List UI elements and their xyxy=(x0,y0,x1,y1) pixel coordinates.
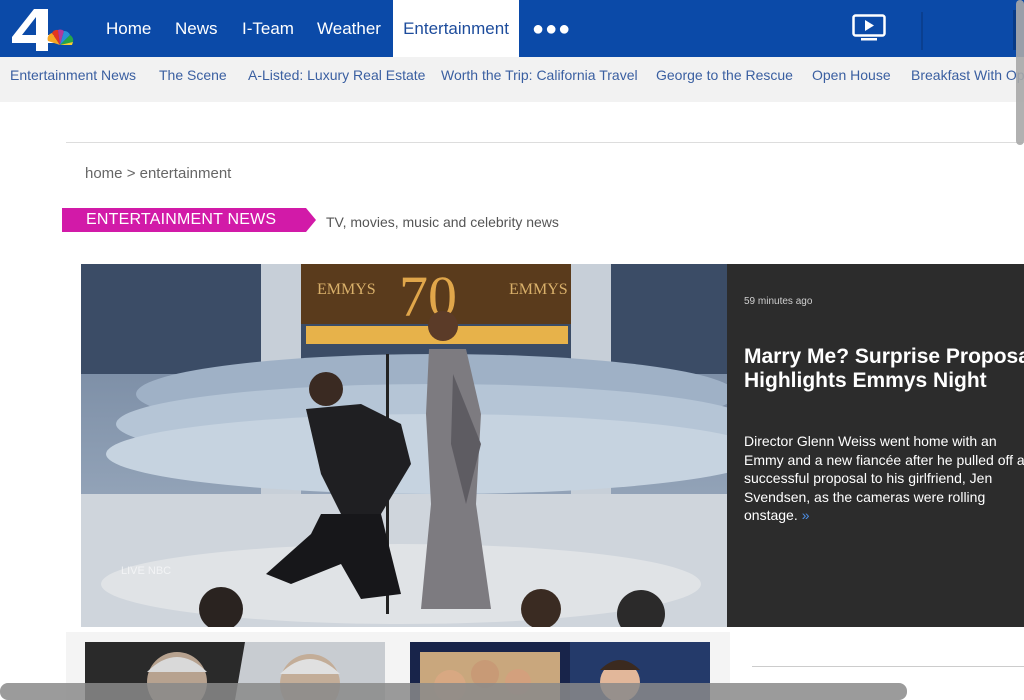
divider xyxy=(752,666,1024,667)
nav-entertainment[interactable]: Entertainment xyxy=(393,0,519,57)
subnav-entertainment-news[interactable]: Entertainment News xyxy=(10,57,136,93)
nav-home[interactable]: Home xyxy=(106,0,151,57)
subnav-worth-the-trip[interactable]: Worth the Trip: California Travel xyxy=(441,57,638,93)
horizontal-scrollbar[interactable] xyxy=(0,683,907,700)
read-more-icon[interactable]: » xyxy=(802,507,810,523)
subnav-a-listed[interactable]: A-Listed: Luxury Real Estate xyxy=(248,57,425,93)
tv-play-icon[interactable] xyxy=(852,14,886,47)
hero-timestamp: 59 minutes ago xyxy=(744,296,813,307)
nav-i-team[interactable]: I-Team xyxy=(242,0,294,57)
hero-description-text: Director Glenn Weiss went home with an E… xyxy=(744,433,1024,523)
nav-weather-label: Weather xyxy=(317,19,381,38)
top-navigation: Home News I-Team Weather Entertainment ●… xyxy=(0,0,1024,57)
nav-divider xyxy=(921,12,923,50)
nav-entertainment-label: Entertainment xyxy=(403,19,509,38)
vertical-scrollbar[interactable] xyxy=(1016,0,1024,145)
hero-image[interactable]: EMMYS 70 EMMYS LIVE NBC xyxy=(81,264,727,627)
hero-image-text-left: EMMYS xyxy=(317,281,376,298)
hero-image-text-right: EMMYS xyxy=(509,281,568,298)
hero-description: Director Glenn Weiss went home with an E… xyxy=(744,432,1024,525)
subnav-open-house[interactable]: Open House xyxy=(812,57,891,93)
nav-home-label: Home xyxy=(106,19,152,38)
nav-news-label: News xyxy=(175,19,218,38)
breadcrumb[interactable]: home > entertainment xyxy=(85,165,231,182)
sub-navigation: Entertainment News The Scene A-Listed: L… xyxy=(0,57,1024,102)
subnav-george-to-the-rescue[interactable]: George to the Rescue xyxy=(656,57,793,93)
nbc4-logo[interactable] xyxy=(8,5,80,53)
hero-headline[interactable]: Marry Me? Surprise Proposal Highlights E… xyxy=(744,345,1024,393)
hero-headline-line1: Marry Me? Surprise Proposal xyxy=(744,345,1024,368)
more-dots-icon[interactable]: ●●● xyxy=(532,18,571,41)
nav-i-team-label: I-Team xyxy=(242,19,294,38)
hero-image-watermark: LIVE NBC xyxy=(121,565,171,577)
hero-story-panel[interactable]: 59 minutes ago Marry Me? Surprise Propos… xyxy=(727,264,1024,627)
section-tag[interactable]: ENTERTAINMENT NEWS xyxy=(62,208,316,232)
section-subtitle: TV, movies, music and celebrity news xyxy=(326,214,559,230)
divider xyxy=(66,142,1024,143)
subnav-the-scene[interactable]: The Scene xyxy=(159,57,227,93)
subnav-breakfast-with-ope[interactable]: Breakfast With Ope xyxy=(911,57,1024,93)
nav-news[interactable]: News xyxy=(175,0,218,57)
nav-weather[interactable]: Weather xyxy=(317,0,381,57)
nbc4-logo-icon xyxy=(12,9,74,51)
hero-headline-line2: Highlights Emmys Night xyxy=(744,369,987,392)
section-title: ENTERTAINMENT NEWS xyxy=(86,211,277,228)
